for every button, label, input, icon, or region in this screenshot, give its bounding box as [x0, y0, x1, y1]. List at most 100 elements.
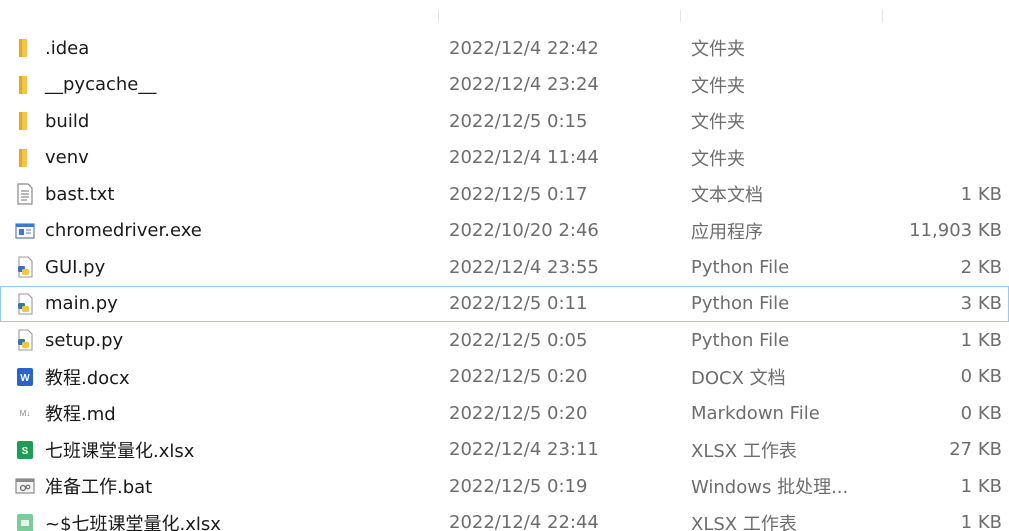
file-type: XLSX 工作表	[691, 440, 797, 462]
file-row[interactable]: .idea 2022/12/4 22:42 文件夹	[0, 30, 1009, 67]
file-type: 文件夹	[691, 148, 745, 170]
file-name-cell: .idea	[13, 31, 89, 66]
markdown-file-icon: M↓	[13, 401, 37, 425]
file-row[interactable]: S 七班课堂量化.xlsx 2022/12/4 23:11 XLSX 工作表 27 KB	[0, 432, 1009, 469]
file-name: build	[45, 110, 90, 132]
file-row[interactable]: chromedriver.exe 2022/10/20 2:46 应用程序 11,90…	[0, 213, 1009, 250]
file-size: 0 KB	[960, 366, 1002, 388]
python-file-icon	[13, 292, 37, 316]
folder-icon	[13, 146, 37, 170]
svg-text:S: S	[22, 446, 29, 457]
file-type: 文件夹	[691, 39, 745, 61]
folder-icon	[13, 73, 37, 97]
batch-file-icon	[13, 474, 37, 498]
python-file-icon	[13, 328, 37, 352]
file-type: DOCX 文档	[691, 367, 786, 389]
exe-icon	[13, 219, 37, 243]
file-name-cell: S 七班课堂量化.xlsx	[13, 433, 194, 468]
file-name: 准备工作.bat	[45, 477, 153, 499]
file-modified-date: 2022/12/4 23:11	[449, 439, 599, 461]
file-name-cell: main.py	[13, 287, 118, 322]
file-name-cell: __pycache__	[13, 68, 156, 103]
file-type: Python File	[691, 329, 790, 351]
file-name-cell: setup.py	[13, 323, 123, 358]
file-name-cell: bast.txt	[13, 177, 114, 212]
file-row[interactable]: 准备工作.bat 2022/12/5 0:19 Windows 批处理... 1 KB	[0, 468, 1009, 505]
file-name: ~$七班课堂量化.xlsx	[45, 513, 221, 531]
file-name-cell: M↓ 教程.md	[13, 396, 116, 431]
svg-text:W: W	[20, 373, 30, 384]
file-name-cell: chromedriver.exe	[13, 214, 202, 249]
file-size: 27 KB	[949, 439, 1002, 461]
file-name: 七班课堂量化.xlsx	[45, 440, 195, 462]
file-type: Python File	[691, 293, 790, 315]
file-modified-date: 2022/12/5 0:05	[449, 329, 588, 351]
file-row[interactable]: W 教程.docx 2022/12/5 0:20 DOCX 文档 0 KB	[0, 359, 1009, 396]
column-divider[interactable]	[438, 10, 439, 22]
file-row[interactable]: ~$七班课堂量化.xlsx 2022/12/4 22:44 XLSX 工作表 1 KB	[0, 505, 1009, 531]
file-modified-date: 2022/12/5 0:19	[449, 475, 588, 497]
file-row[interactable]: build 2022/12/5 0:15 文件夹	[0, 103, 1009, 140]
file-row[interactable]: GUI.py 2022/12/4 23:55 Python File 2 KB	[0, 249, 1009, 286]
file-name: __pycache__	[45, 74, 157, 96]
file-row[interactable]: __pycache__ 2022/12/4 23:24 文件夹	[0, 67, 1009, 104]
file-name: .idea	[45, 37, 90, 59]
file-name: venv	[45, 147, 89, 169]
file-row[interactable]: main.py 2022/12/5 0:11 Python File 3 KB	[0, 285, 1009, 322]
file-name: main.py	[45, 293, 118, 315]
file-modified-date: 2022/12/5 0:11	[449, 293, 588, 315]
file-name-cell: venv	[13, 141, 89, 176]
file-size: 11,903 KB	[909, 220, 1002, 242]
file-modified-date: 2022/12/4 11:44	[449, 147, 599, 169]
word-file-icon: W	[13, 365, 37, 389]
file-modified-date: 2022/12/5 0:20	[449, 402, 588, 424]
file-size: 1 KB	[960, 183, 1002, 205]
file-type: Windows 批处理...	[691, 477, 849, 499]
file-name-cell: ~$七班课堂量化.xlsx	[13, 506, 221, 531]
python-file-icon	[13, 255, 37, 279]
column-header-bar	[0, 0, 1009, 30]
file-type: Markdown File	[691, 402, 820, 424]
file-row[interactable]: M↓ 教程.md 2022/12/5 0:20 Markdown File 0 KB	[0, 395, 1009, 432]
file-type: 文件夹	[691, 112, 745, 134]
file-type: Python File	[691, 256, 790, 278]
file-size: 1 KB	[960, 512, 1002, 531]
excel-temp-file-icon	[13, 511, 37, 531]
file-list: .idea 2022/12/4 22:42 文件夹 __pycache__ 2022/1…	[0, 30, 1009, 531]
file-type: 文件夹	[691, 75, 745, 97]
file-name: 教程.md	[45, 404, 116, 426]
column-divider[interactable]	[680, 10, 681, 22]
file-size: 3 KB	[960, 293, 1002, 315]
excel-file-icon: S	[13, 438, 37, 462]
file-name-cell: build	[13, 104, 89, 139]
file-name: setup.py	[45, 329, 124, 351]
file-type: 应用程序	[691, 221, 763, 243]
file-modified-date: 2022/12/4 22:44	[449, 512, 599, 531]
file-row[interactable]: bast.txt 2022/12/5 0:17 文本文档 1 KB	[0, 176, 1009, 213]
file-size: 0 KB	[960, 402, 1002, 424]
file-name-cell: GUI.py	[13, 250, 105, 285]
folder-icon	[13, 109, 37, 133]
file-name-cell: 准备工作.bat	[13, 469, 152, 504]
file-row[interactable]: venv 2022/12/4 11:44 文件夹	[0, 140, 1009, 177]
file-size: 2 KB	[960, 256, 1002, 278]
text-file-icon	[13, 182, 37, 206]
column-divider[interactable]	[882, 10, 883, 22]
file-row[interactable]: setup.py 2022/12/5 0:05 Python File 1 KB	[0, 322, 1009, 359]
file-name-cell: W 教程.docx	[13, 360, 130, 395]
folder-icon	[13, 36, 37, 60]
file-modified-date: 2022/12/4 22:42	[449, 37, 599, 59]
file-name: chromedriver.exe	[45, 220, 202, 242]
file-type: XLSX 工作表	[691, 513, 797, 531]
file-list-pane: .idea 2022/12/4 22:42 文件夹 __pycache__ 2022/1…	[0, 0, 1009, 531]
file-modified-date: 2022/12/4 23:24	[449, 74, 599, 96]
file-size: 1 KB	[960, 475, 1002, 497]
svg-text:M↓: M↓	[20, 409, 31, 418]
file-modified-date: 2022/12/5 0:20	[449, 366, 588, 388]
file-size: 1 KB	[960, 329, 1002, 351]
file-name: bast.txt	[45, 183, 115, 205]
file-name: GUI.py	[45, 256, 106, 278]
file-modified-date: 2022/12/4 23:55	[449, 256, 599, 278]
file-modified-date: 2022/10/20 2:46	[449, 220, 599, 242]
file-modified-date: 2022/12/5 0:15	[449, 110, 588, 132]
